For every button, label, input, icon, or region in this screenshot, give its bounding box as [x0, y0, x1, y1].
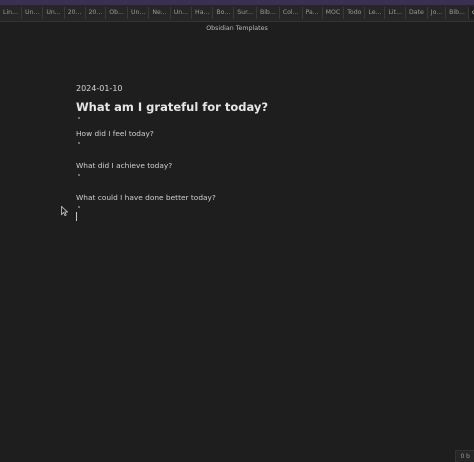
tab[interactable]: Ne...	[149, 7, 171, 19]
status-text: 0 b	[460, 453, 470, 460]
mouse-pointer-icon	[61, 206, 68, 216]
note-date: 2024-01-10	[76, 84, 123, 93]
tab[interactable]: Un...	[43, 7, 65, 19]
tab[interactable]: Bib...	[257, 7, 280, 19]
tab[interactable]: 20...	[86, 7, 107, 19]
tab[interactable]: Lin...	[0, 7, 22, 19]
bullet-point	[78, 206, 80, 208]
tab[interactable]: Bib...	[446, 7, 469, 19]
tab[interactable]: Todo	[344, 7, 366, 19]
tab[interactable]: Un...	[171, 7, 193, 19]
tab[interactable]: Un...	[22, 7, 44, 19]
question-achieve: What did I achieve today?	[76, 161, 173, 170]
tab[interactable]: Lit...	[385, 7, 406, 19]
tab[interactable]: Le...	[365, 7, 386, 19]
tab[interactable]: Un...	[128, 7, 150, 19]
tab[interactable]: MOC	[323, 7, 345, 19]
tab[interactable]: Ob...	[106, 7, 128, 19]
question-improve: What could I have done better today?	[76, 193, 216, 202]
status-bar: 0 b	[455, 450, 474, 462]
tab-active[interactable]: o	[468, 7, 474, 19]
tab[interactable]: Date	[406, 7, 428, 19]
tab[interactable]: Sur...	[234, 7, 257, 19]
tab[interactable]: Pa...	[303, 7, 323, 19]
tab[interactable]: Col...	[280, 7, 303, 19]
tab[interactable]: 20...	[65, 7, 86, 19]
tab[interactable]: Bo...	[213, 7, 235, 19]
text-cursor	[76, 212, 77, 221]
tab[interactable]: Jo...	[428, 7, 447, 19]
window-title: Obsidian Templates	[206, 25, 268, 32]
tab-bar: Lin... Un... Un... 20... 20... Ob... Un.…	[0, 5, 474, 22]
tab[interactable]: Ha...	[192, 7, 214, 19]
note-heading: What am I grateful for today?	[76, 100, 269, 114]
note-editor[interactable]: 2024-01-10 What am I grateful for today?…	[76, 84, 396, 221]
question-feel: How did I feel today?	[76, 129, 154, 138]
